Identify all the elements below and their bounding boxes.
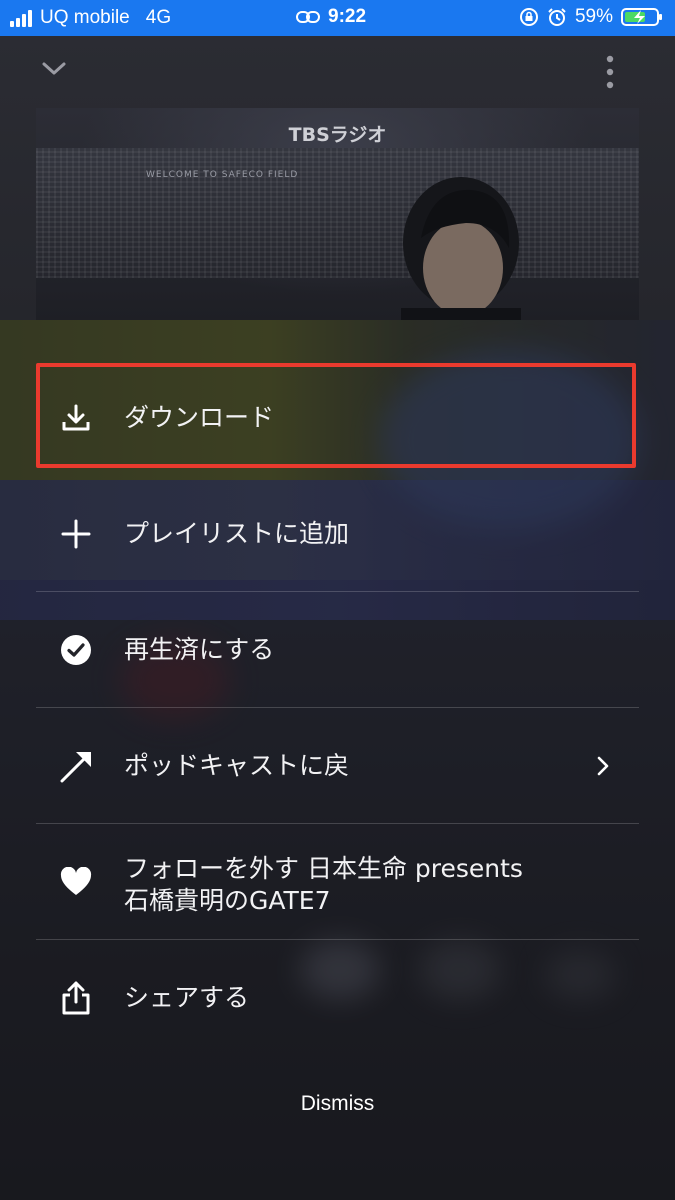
battery-percent: 59%: [574, 6, 613, 27]
podcast-artwork: WELCOME TO SAFECO FIELD TBSラジオ: [36, 108, 639, 320]
heart-icon: [58, 864, 94, 900]
menu-item-mark-played[interactable]: 再生済にする: [36, 592, 639, 708]
menu-item-label: 再生済にする: [124, 634, 275, 664]
menu-item-go-to-podcast[interactable]: ポッドキャストに戻: [36, 708, 639, 824]
plus-icon: [58, 516, 94, 552]
carrier-name: UQ mobile: [40, 7, 130, 28]
unfollow-label-line2: 石橋貴明のGATE7: [124, 886, 331, 915]
network-type: 4G: [145, 7, 172, 28]
dismiss-button[interactable]: Dismiss: [0, 1092, 675, 1116]
host-portrait: [401, 177, 521, 320]
status-left: UQ mobile 4G: [10, 7, 171, 29]
menu-item-add-to-playlist[interactable]: プレイリストに追加: [36, 476, 639, 592]
menu-item-label: プレイリストに追加: [124, 518, 350, 548]
status-center: 9:22: [296, 6, 366, 28]
check-circle-icon: [58, 632, 94, 668]
status-bar: UQ mobile 4G 9:22 59%: [0, 0, 675, 36]
link-icon: [296, 11, 320, 23]
chevron-down-icon[interactable]: [40, 54, 68, 82]
artwork-title: TBSラジオ: [288, 124, 387, 146]
battery-charging-icon: [621, 8, 662, 26]
signal-strength-icon: [10, 9, 32, 27]
arrow-up-right-icon: [58, 748, 94, 784]
menu-item-label: ポッドキャストに戻: [124, 750, 350, 780]
clock: 9:22: [328, 6, 367, 27]
status-right: 59%: [519, 6, 663, 28]
stadium-image: [36, 148, 639, 278]
stadium-sign: WELCOME TO SAFECO FIELD: [146, 170, 299, 180]
alarm-icon: [548, 8, 566, 26]
menu-item-label: シェアする: [124, 982, 250, 1012]
rotation-lock-icon: [519, 8, 538, 26]
share-icon: [58, 980, 94, 1016]
highlight-box: [36, 363, 636, 468]
vertical-dots-icon[interactable]: [600, 54, 620, 90]
chevron-right-icon: [597, 756, 609, 775]
unfollow-label-line1: フォローを外す 日本生命 presents: [124, 854, 523, 883]
menu-item-unfollow[interactable]: フォローを外す 日本生命 presents 石橋貴明のGATE7: [36, 824, 639, 940]
menu-item-share[interactable]: シェアする: [36, 940, 639, 1055]
menu-item-label: フォローを外す 日本生命 presents 石橋貴明のGATE7: [124, 853, 523, 917]
